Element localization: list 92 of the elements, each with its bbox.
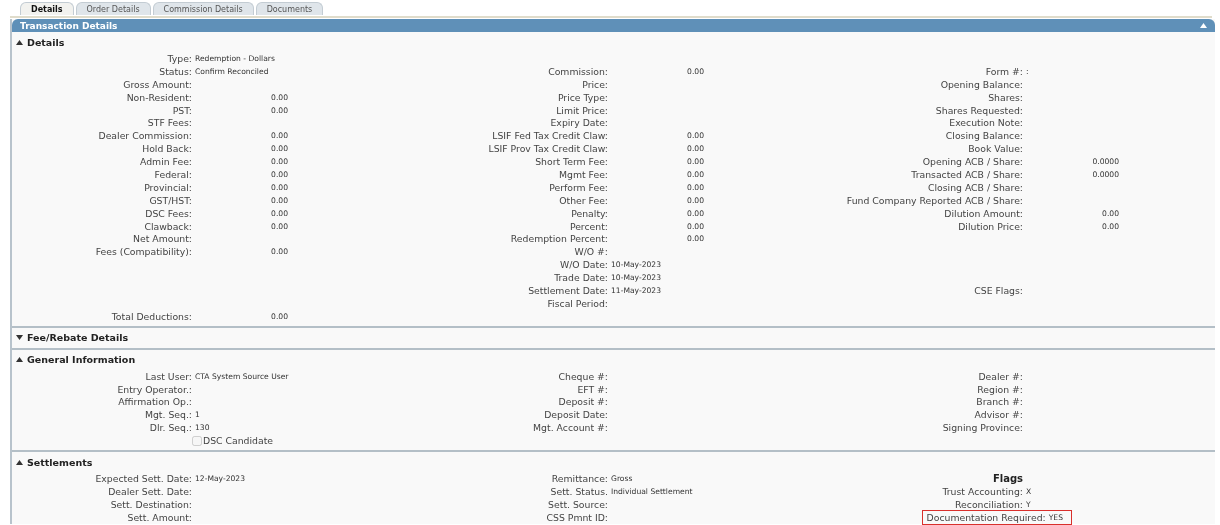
field-label: Sett. Destination: [109, 498, 192, 510]
field-label: Dilution Amount: [943, 207, 1023, 219]
field-label: Non-Resident: [125, 91, 192, 103]
field-label: Deposit Date: [543, 409, 608, 421]
checkbox-label: DSC Candidate [203, 435, 274, 447]
field-label: LSIF Fed Tax Credit Claw: [491, 130, 608, 142]
field-label: STF Fees: [146, 117, 192, 129]
field-label: Fees (Compatibility): [94, 246, 192, 258]
field-label: W/O Date: [559, 259, 608, 271]
field-label: Opening ACB / Share: [921, 156, 1023, 168]
field-label: Limit Price: [555, 104, 608, 116]
section-toggle[interactable]: Settlements [12, 452, 97, 473]
field-label: Mgt. Seq.: [143, 409, 192, 421]
field-label: Total Deductions: [110, 310, 192, 322]
field-label: Mgmt Fee: [558, 168, 608, 180]
field-label: Branch #: [975, 396, 1023, 408]
triangle-up-icon [16, 39, 23, 45]
field-label: Sett. Source: [547, 498, 608, 510]
field-label: Mgt. Account #: [532, 422, 608, 434]
field-label: Form #: [984, 65, 1023, 77]
triangle-up-icon [16, 357, 23, 363]
field-label: Dealer Commission: [97, 130, 192, 142]
field-label: Type: [166, 52, 192, 64]
field-label: Status: [158, 65, 192, 77]
field-label: CSS Pmnt ID: [545, 511, 608, 523]
tab[interactable]: Details [20, 2, 74, 15]
field-label: Region #: [976, 383, 1023, 395]
field-label: Expiry Date: [549, 117, 608, 129]
field-label: Price: [581, 78, 608, 90]
tab[interactable]: Order Details [75, 2, 151, 15]
field-label: Entry Operator.: [116, 383, 192, 395]
field-label: CSE Flags: [973, 284, 1023, 296]
field-label: Closing ACB / Share: [927, 181, 1023, 193]
field-label: Net Amount: [132, 233, 192, 245]
field-label: Dlr. Seq.: [148, 422, 192, 434]
field-label: Opening Balance: [939, 78, 1023, 90]
field-label: Hold Back: [141, 143, 192, 155]
field-label: Transacted ACB / Share: [910, 168, 1023, 180]
field-label: Deposit #: [557, 396, 608, 408]
field-label: Sett. Status. [549, 485, 608, 497]
triangle-down-icon [16, 335, 23, 341]
field-label: Trade Date: [553, 272, 608, 284]
field-label: Other Fee: [558, 194, 608, 206]
field-label: Gross Amount: [122, 78, 192, 90]
field-label: Penalty: [570, 207, 608, 219]
section-toggle[interactable]: Fee/Rebate Details [12, 327, 133, 348]
field-label: Commission: [547, 65, 608, 77]
field-label: EFT #: [576, 383, 608, 395]
field-label: Percent: [568, 220, 608, 232]
field-label: Trust Accounting: [941, 485, 1023, 497]
field-label: Last User: [144, 370, 192, 382]
field-label: Expected Sett. Date: [94, 473, 192, 484]
tab[interactable]: Documents [255, 2, 324, 15]
section-toggle[interactable]: Details [12, 32, 69, 52]
field-label: Shares: [987, 91, 1023, 103]
triangle-up-icon [16, 459, 23, 465]
field-label: Shares Requested: [934, 104, 1023, 116]
field-label: Clawback: [143, 220, 192, 232]
field-label: Closing Balance: [944, 130, 1023, 142]
field-label: Dealer Sett. Date: [107, 485, 192, 497]
field-label: PST: [171, 104, 192, 116]
field-label: Perform Fee: [548, 181, 608, 193]
field-label: Settlement Date: [527, 284, 608, 296]
field-label: GST/HST: [148, 194, 192, 206]
field-label: Advisor #: [973, 409, 1023, 421]
section-toggle[interactable]: General Information [12, 349, 140, 370]
field-label: Remittance: [550, 473, 608, 484]
field-label: Redemption Percent: [509, 233, 608, 245]
collapse-icon[interactable] [1200, 23, 1207, 28]
field-label: W/O #: [573, 246, 608, 258]
field-label: DSC Fees: [144, 207, 192, 219]
field-label: Dealer #: [977, 370, 1023, 382]
panel-title: Transaction Details [20, 20, 118, 31]
field-label: Execution Note: [948, 117, 1023, 129]
field-label: Fiscal Period: [546, 297, 608, 309]
field-label: Provincial: [143, 181, 192, 193]
field-label: Short Term Fee: [534, 156, 608, 168]
field-label: Book Value: [967, 143, 1023, 155]
tab[interactable]: Commission Details [152, 2, 254, 15]
field-label: Price Type: [556, 91, 608, 103]
field-label: LSIF Prov Tax Credit Claw: [487, 143, 608, 155]
field-label: Admin Fee: [139, 156, 192, 168]
flags-heading: Flags [991, 473, 1023, 484]
field-label: Signing Province: [941, 422, 1023, 434]
field-label: Affirmation Op.: [117, 396, 192, 408]
field-label: Federal: [153, 168, 192, 180]
field-label: Sett. Amount: [126, 511, 192, 523]
field-label: Fund Company Reported ACB / Share: [845, 194, 1023, 206]
field-label: Dilution Price: [957, 220, 1023, 232]
field-label: Reconciliation: [954, 498, 1023, 510]
field-label: Documentation Required: [926, 511, 1046, 523]
field-label: Cheque #: [557, 370, 608, 382]
